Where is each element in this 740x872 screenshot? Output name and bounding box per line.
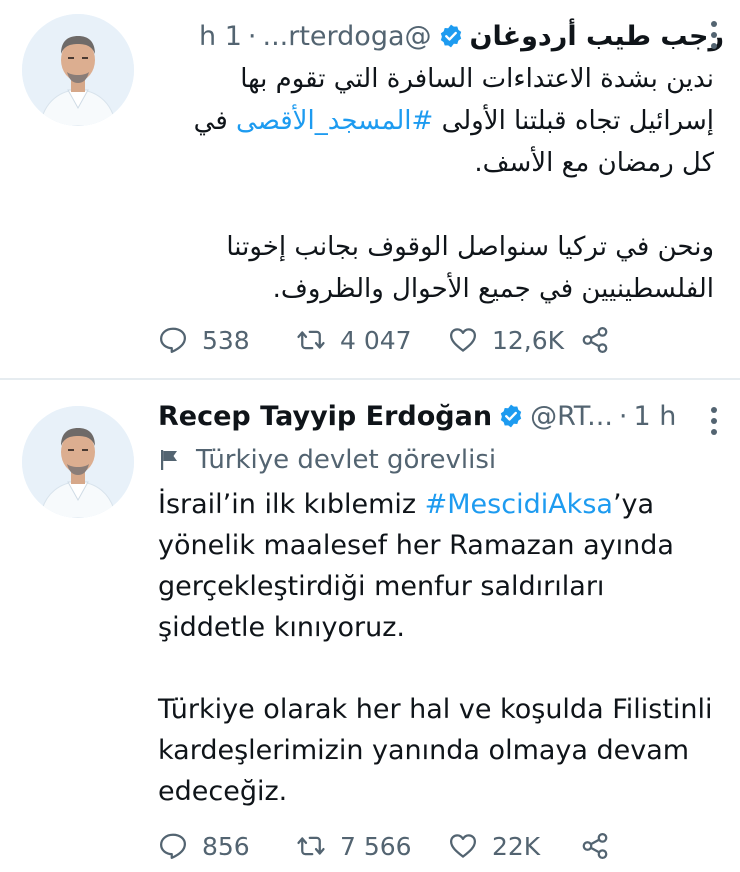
avatar[interactable] [22,14,134,126]
author-name[interactable]: رجب طيب أردوغان [470,21,724,52]
reply-button[interactable]: 538 [158,322,296,358]
government-label[interactable]: Türkiye devlet görevlisi [158,440,496,480]
retweet-button[interactable]: 4 047 [296,322,448,358]
tweet-text: ندين بشدة الاعتداءات السافرة التي تقوم ب… [158,58,714,310]
retweet-icon [297,836,325,856]
government-label-text: Türkiye devlet görevlisi [196,445,497,475]
author-name[interactable]: Recep Tayyip Erdoğan [158,401,492,432]
tweet-text-after: ’ya yönelik maalesef her Ramazan ayında … [158,489,713,807]
hashtag-link[interactable]: #MescidiAksa [425,489,613,520]
avatar-portrait-image [22,406,134,518]
tweet-header: رجب طيب أردوغان @rterdoga... · 1 h [158,14,724,58]
retweet-button[interactable]: 7 566 [296,828,448,864]
retweet-icon [297,330,325,350]
flag-icon [161,450,177,470]
avatar-portrait-image [22,14,134,126]
share-button[interactable] [580,828,610,864]
separator-dot: · [618,400,628,432]
separator-dot: · [247,20,257,52]
timestamp[interactable]: 1 h [634,401,677,432]
tweet-actions: 538 4 047 12,6K [158,322,610,358]
tweet-actions: 856 7 566 22K [158,828,610,864]
more-vertical-icon[interactable] [710,406,718,436]
like-count: 12,6K [492,325,565,355]
timestamp[interactable]: 1 h [199,21,242,52]
reply-count: 856 [202,831,250,861]
hashtag-link[interactable]: #المسجد_الأقصى [236,106,433,136]
avatar[interactable] [22,406,134,518]
author-handle[interactable]: @RT... [530,401,613,432]
author-handle[interactable]: @rterdoga... [262,21,431,52]
tweet-text: İsrail’in ilk kıblemiz #MescidiAksa’ya y… [158,484,714,812]
verified-badge-icon [440,24,461,48]
reply-count: 538 [202,325,250,355]
share-icon [582,833,608,859]
retweet-count: 7 566 [340,831,412,861]
tweet-turkish[interactable]: Recep Tayyip Erdoğan @RT... · 1 h Türkiy… [0,380,740,872]
tweet-text-before: İsrail’in ilk kıblemiz [158,489,425,520]
heart-icon [450,328,476,352]
reply-button[interactable]: 856 [158,828,296,864]
like-button[interactable]: 12,6K [448,322,580,358]
share-icon [582,327,608,353]
reply-icon [160,833,186,859]
tweet-arabic[interactable]: رجب طيب أردوغان @rterdoga... · 1 h ندين … [0,0,740,378]
like-button[interactable]: 22K [448,828,580,864]
more-vertical-icon[interactable] [710,20,718,50]
reply-icon [160,327,186,353]
verified-badge-icon [500,404,522,428]
tweet-header: Recep Tayyip Erdoğan @RT... · 1 h [158,394,724,438]
heart-icon [450,834,476,858]
like-count: 22K [492,831,541,861]
share-button[interactable] [580,322,610,358]
retweet-count: 4 047 [340,325,412,355]
